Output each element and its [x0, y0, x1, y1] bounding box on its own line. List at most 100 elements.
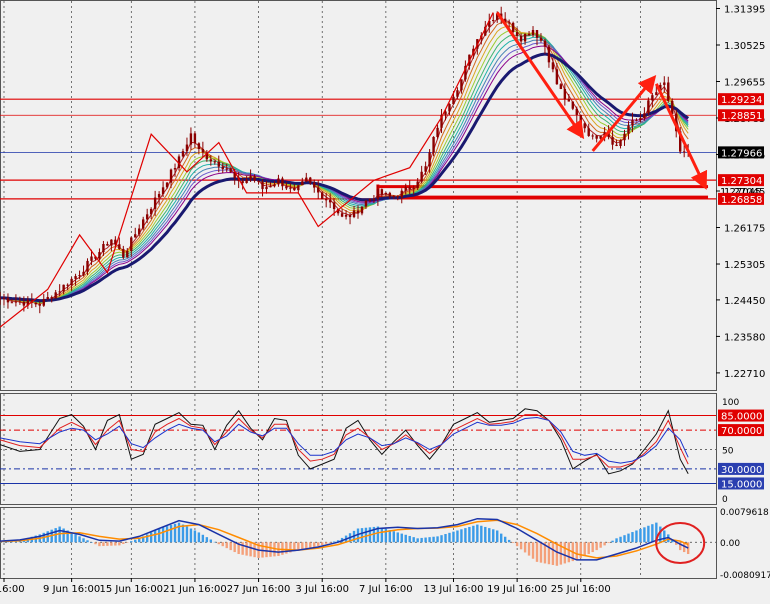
candle-body [492, 19, 495, 21]
macd-histogram-bar [74, 534, 77, 543]
macd-histogram-bar [500, 533, 503, 543]
candle-body [535, 30, 539, 38]
macd-histogram-bar [309, 542, 312, 548]
macd-histogram-bar [400, 533, 403, 543]
macd-axis-label: 0.00 [720, 539, 740, 549]
macd-histogram-bar [153, 530, 157, 543]
candle-body [404, 187, 407, 191]
macd-histogram-bar [269, 542, 272, 557]
candle-body [682, 151, 686, 153]
level-price-label: 1.29234 [721, 95, 762, 106]
macd-histogram-bar [281, 542, 284, 555]
price-tick-label: 1.25305 [724, 260, 765, 271]
candle-body [221, 166, 224, 170]
candle-body [647, 100, 650, 114]
candle-body [126, 250, 129, 258]
level-price-label: 1.27304 [721, 176, 762, 187]
x-tick-label: 3 Jul 16:00 [295, 584, 349, 595]
price-tick-label: 1.26175 [724, 224, 765, 235]
main-pane-frame [0, 0, 717, 391]
macd-histogram-bar [130, 541, 133, 543]
macd-histogram-bar [114, 542, 117, 546]
macd-histogram-bar [595, 542, 598, 551]
stochastic-pane-frame [0, 393, 717, 505]
macd-histogram-bar [456, 530, 459, 543]
macd-histogram-bar [527, 542, 531, 556]
candle-body [145, 214, 149, 220]
candle-body [38, 304, 41, 306]
candle-body [663, 82, 666, 85]
level-price-tags: 1.292341.288511.279661.273041.270451.268… [718, 93, 764, 206]
macd-histogram-bar [511, 542, 515, 544]
macd-histogram-bar [436, 536, 439, 543]
candle-body [507, 22, 511, 24]
candle-body [368, 198, 372, 201]
candle-body [2, 297, 6, 299]
macd-histogram-bar [651, 524, 654, 543]
candle-body [416, 181, 419, 189]
candle-body [667, 82, 670, 101]
macd-histogram-bar [86, 540, 89, 543]
macd-histogram-bar [205, 537, 209, 543]
macd-histogram-bar [551, 542, 555, 566]
macd-histogram-bar [380, 527, 384, 543]
macd-histogram-bar [523, 542, 527, 553]
macd-histogram-bar [635, 530, 638, 543]
trading-chart[interactable]: 5 Jun 16:00 9 Jun 16:0015 Jun 16:0021 Jun… [0, 0, 770, 600]
candle-body [62, 284, 65, 292]
macd-histogram-bar [165, 526, 169, 543]
candle-body [138, 228, 141, 235]
candle-body [169, 169, 173, 183]
x-tick-label: 9 Jun 16:00 [43, 584, 100, 595]
macd-histogram-bar [106, 542, 109, 546]
candle-body [34, 302, 37, 305]
candle-body [130, 237, 133, 251]
candle-body [567, 99, 571, 102]
macd-axis-label: -0.0080917 [720, 571, 770, 581]
candle-body [157, 194, 161, 198]
chart-canvas[interactable]: 5 Jun 16:00 9 Jun 16:0015 Jun 16:0021 Jun… [0, 0, 770, 600]
candle-body [340, 213, 344, 217]
candle-body [531, 30, 535, 36]
macd-histogram-bar [94, 542, 97, 545]
candle-body [78, 275, 81, 277]
candle-body [460, 79, 463, 91]
candle-body [14, 301, 18, 303]
candle-body [348, 214, 352, 218]
candle-body [118, 244, 121, 249]
candle-body [98, 252, 101, 259]
candle-body [551, 62, 555, 70]
candle-body [305, 177, 308, 182]
candle-body [54, 292, 57, 299]
candle-body [615, 144, 618, 146]
candle-body [66, 284, 69, 286]
stochastic-axis-label: 0 [722, 495, 728, 505]
macd-histogram-bar [388, 530, 392, 543]
x-tick-label: 25 Jul 16:00 [551, 584, 611, 595]
candle-body [424, 166, 427, 172]
candle-body [376, 189, 380, 199]
candle-body [396, 195, 399, 198]
macd-histogram-bar [647, 525, 650, 543]
macd-histogram-bar [607, 542, 610, 544]
candle-body [317, 187, 320, 193]
candle-body [511, 22, 515, 33]
macd-histogram-bar [126, 542, 129, 543]
macd-histogram-bar [249, 542, 252, 557]
macd-histogram-bar [472, 525, 475, 543]
x-tick-label: 15 Jun 16:00 [100, 584, 164, 595]
x-tick-label: 19 Jul 16:00 [487, 584, 547, 595]
macd-histogram-bar [496, 530, 499, 543]
candle-body [181, 151, 185, 157]
candle-body [185, 144, 189, 152]
candle-body [289, 187, 292, 189]
candle-body [623, 133, 626, 141]
candle-body [448, 104, 451, 112]
candle-body [153, 197, 157, 209]
candle-body [10, 302, 14, 304]
candle-body [547, 46, 551, 63]
macd-histogram-bar [615, 538, 618, 543]
macd-axis-label: 0.0079618 [720, 508, 769, 518]
candle-body [134, 234, 137, 238]
macd-histogram-bar [587, 542, 590, 555]
